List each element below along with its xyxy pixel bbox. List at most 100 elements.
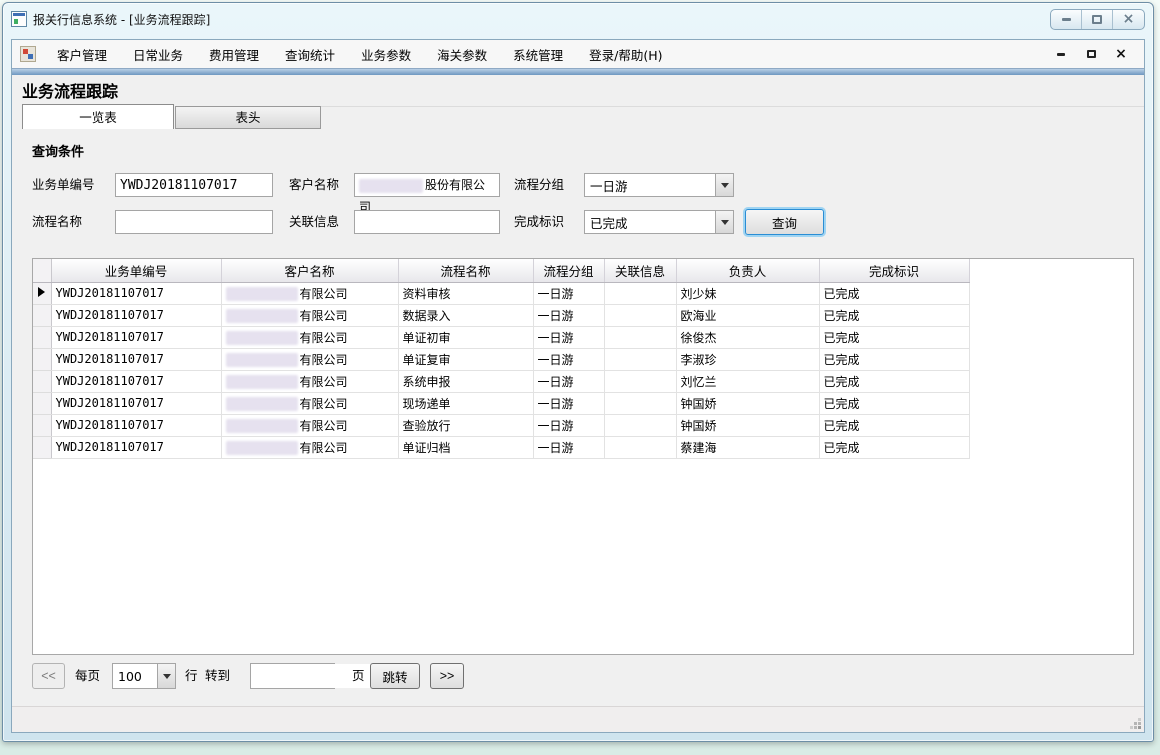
- cell-related[interactable]: [604, 282, 676, 304]
- cell-order_no[interactable]: YWDJ20181107017: [51, 436, 221, 458]
- mdi-restore-button[interactable]: [1084, 47, 1098, 61]
- menu-item-7[interactable]: 登录/帮助(H): [576, 40, 675, 69]
- cell-group[interactable]: 一日游: [533, 304, 604, 326]
- cell-related[interactable]: [604, 436, 676, 458]
- cell-status[interactable]: 已完成: [819, 436, 969, 458]
- row-selector-cell[interactable]: [33, 326, 51, 348]
- row-selector-cell[interactable]: [33, 392, 51, 414]
- cell-related[interactable]: [604, 326, 676, 348]
- table-row[interactable]: YWDJ20181107017有限公司现场递单一日游 钟国娇已完成: [33, 392, 969, 414]
- cell-related[interactable]: [604, 370, 676, 392]
- cell-owner[interactable]: 刘少妹: [676, 282, 819, 304]
- cell-group[interactable]: 一日游: [533, 414, 604, 436]
- row-selector-cell[interactable]: [33, 370, 51, 392]
- menu-item-6[interactable]: 系统管理: [500, 40, 576, 69]
- cell-owner[interactable]: 钟国娇: [676, 414, 819, 436]
- cell-owner[interactable]: 李淑珍: [676, 348, 819, 370]
- table-row[interactable]: YWDJ20181107017有限公司系统申报一日游 刘忆兰已完成: [33, 370, 969, 392]
- mdi-minimize-button[interactable]: [1054, 47, 1068, 61]
- cell-customer_visible[interactable]: 有限公司: [221, 348, 398, 370]
- cell-status[interactable]: 已完成: [819, 392, 969, 414]
- cell-order_no[interactable]: YWDJ20181107017: [51, 414, 221, 436]
- row-selector-cell[interactable]: [33, 414, 51, 436]
- cell-order_no[interactable]: YWDJ20181107017: [51, 370, 221, 392]
- cell-order_no[interactable]: YWDJ20181107017: [51, 304, 221, 326]
- tab-header[interactable]: 表头: [175, 106, 321, 129]
- cell-owner[interactable]: 刘忆兰: [676, 370, 819, 392]
- cell-customer_visible[interactable]: 有限公司: [221, 414, 398, 436]
- cell-customer_visible[interactable]: 有限公司: [221, 370, 398, 392]
- cell-related[interactable]: [604, 392, 676, 414]
- cell-status[interactable]: 已完成: [819, 282, 969, 304]
- cell-status[interactable]: 已完成: [819, 326, 969, 348]
- table-row[interactable]: YWDJ20181107017有限公司数据录入一日游欧海业已完成: [33, 304, 969, 326]
- cell-process[interactable]: 系统申报: [398, 370, 533, 392]
- restore-button[interactable]: [1082, 10, 1113, 29]
- status-combobox-button[interactable]: [715, 211, 733, 233]
- cell-owner[interactable]: 徐俊杰: [676, 326, 819, 348]
- prev-page-button[interactable]: <<: [32, 663, 65, 689]
- cell-owner[interactable]: 蔡建海: [676, 436, 819, 458]
- minimize-button[interactable]: [1051, 10, 1082, 29]
- menu-item-1[interactable]: 日常业务: [120, 40, 196, 69]
- cell-customer_visible[interactable]: 有限公司: [221, 326, 398, 348]
- cell-owner[interactable]: 欧海业: [676, 304, 819, 326]
- per-page-combobox[interactable]: 100: [112, 663, 176, 689]
- cell-group[interactable]: 一日游: [533, 370, 604, 392]
- cell-status[interactable]: 已完成: [819, 304, 969, 326]
- group-combobox[interactable]: 一日游: [584, 173, 734, 197]
- jump-button[interactable]: 跳转: [370, 663, 420, 689]
- next-page-button[interactable]: >>: [430, 663, 464, 689]
- mdi-close-button[interactable]: ×: [1114, 47, 1128, 61]
- cell-related[interactable]: [604, 414, 676, 436]
- cell-process[interactable]: 单证复审: [398, 348, 533, 370]
- cell-process[interactable]: 单证初审: [398, 326, 533, 348]
- cell-group[interactable]: 一日游: [533, 282, 604, 304]
- cell-status[interactable]: 已完成: [819, 414, 969, 436]
- cell-process[interactable]: 查验放行: [398, 414, 533, 436]
- cell-order_no[interactable]: YWDJ20181107017: [51, 326, 221, 348]
- cell-status[interactable]: 已完成: [819, 370, 969, 392]
- cell-related[interactable]: [604, 304, 676, 326]
- table-row[interactable]: YWDJ20181107017有限公司资料审核一日游 刘少妹已完成: [33, 282, 969, 304]
- status-combobox[interactable]: 已完成: [584, 210, 734, 234]
- cell-process[interactable]: 现场递单: [398, 392, 533, 414]
- process-input[interactable]: [115, 210, 273, 234]
- cell-customer_visible[interactable]: 有限公司: [221, 392, 398, 414]
- table-row[interactable]: YWDJ20181107017有限公司单证初审一日游徐俊杰已完成: [33, 326, 969, 348]
- tab-overview[interactable]: 一览表: [22, 104, 174, 129]
- menu-item-2[interactable]: 费用管理: [196, 40, 272, 69]
- resize-grip[interactable]: [1138, 726, 1141, 729]
- cell-customer_visible[interactable]: 有限公司: [221, 282, 398, 304]
- menu-item-0[interactable]: 客户管理: [44, 40, 120, 69]
- cell-group[interactable]: 一日游: [533, 436, 604, 458]
- table-row[interactable]: YWDJ20181107017有限公司查验放行一日游 钟国娇已完成: [33, 414, 969, 436]
- close-button[interactable]: ×: [1113, 10, 1144, 29]
- row-selector-cell[interactable]: [33, 282, 51, 304]
- cell-process[interactable]: 资料审核: [398, 282, 533, 304]
- cell-group[interactable]: 一日游: [533, 348, 604, 370]
- search-button[interactable]: 查询: [745, 209, 824, 235]
- group-combobox-button[interactable]: [715, 174, 733, 196]
- title-bar[interactable]: 报关行信息系统 - [业务流程跟踪] ×: [3, 3, 1153, 35]
- cell-order_no[interactable]: YWDJ20181107017: [51, 282, 221, 304]
- table-row[interactable]: YWDJ20181107017有限公司单证归档一日游蔡建海已完成: [33, 436, 969, 458]
- cell-order_no[interactable]: YWDJ20181107017: [51, 348, 221, 370]
- cell-customer_visible[interactable]: 有限公司: [221, 304, 398, 326]
- cell-owner[interactable]: 钟国娇: [676, 392, 819, 414]
- menu-item-4[interactable]: 业务参数: [348, 40, 424, 69]
- cell-customer_visible[interactable]: 有限公司: [221, 436, 398, 458]
- row-selector-cell[interactable]: [33, 304, 51, 326]
- cell-status[interactable]: 已完成: [819, 348, 969, 370]
- cell-order_no[interactable]: YWDJ20181107017: [51, 392, 221, 414]
- per-page-combobox-button[interactable]: [157, 664, 175, 688]
- menu-item-3[interactable]: 查询统计: [272, 40, 348, 69]
- customer-input[interactable]: 股份有限公司: [354, 173, 500, 197]
- cell-group[interactable]: 一日游: [533, 392, 604, 414]
- related-input[interactable]: [354, 210, 500, 234]
- order-no-input[interactable]: [115, 173, 273, 197]
- table-row[interactable]: YWDJ20181107017有限公司单证复审一日游 李淑珍已完成: [33, 348, 969, 370]
- row-selector-cell[interactable]: [33, 436, 51, 458]
- cell-related[interactable]: [604, 348, 676, 370]
- row-selector-cell[interactable]: [33, 348, 51, 370]
